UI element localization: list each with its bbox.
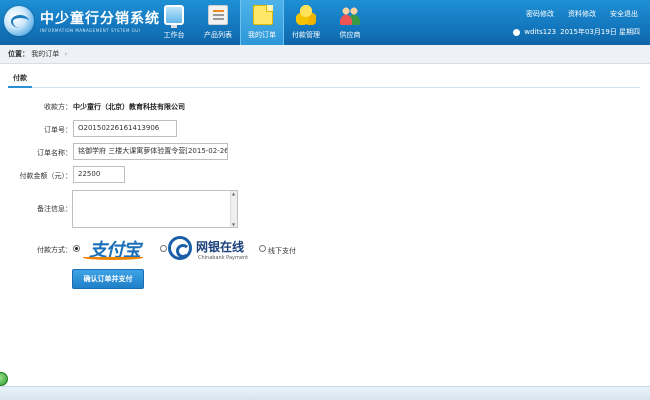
order-name-field[interactable]: 铭御学府 三楼大课寓萝体验置令营[2015-02-26] (73, 143, 228, 160)
main-nav: 工作台 产品列表 我的订单 付款管理 供应商 (152, 0, 372, 45)
nav-label: 付款管理 (292, 31, 320, 39)
edit-profile-link[interactable]: 资料修改 (568, 9, 596, 19)
nav-label: 我的订单 (248, 31, 276, 39)
tab-payment[interactable]: 付款 (8, 70, 32, 88)
chinabank-subtitle: Chinabank Payment (198, 255, 249, 261)
breadcrumb-current[interactable]: 我的订单 (31, 50, 59, 58)
nav-label: 产品列表 (204, 31, 232, 39)
nav-item-products[interactable]: 产品列表 (196, 0, 240, 45)
payee-label: 收款方： (44, 103, 72, 111)
remark-textarea[interactable] (72, 190, 238, 228)
chinabank-radio[interactable] (160, 245, 167, 252)
alipay-radio[interactable] (73, 245, 80, 252)
change-password-link[interactable]: 密码修改 (526, 9, 554, 19)
people-icon (340, 5, 360, 25)
amount-label: 付款金额（元）： (19, 172, 73, 180)
user-icon (513, 28, 521, 36)
logout-link[interactable]: 安全退出 (610, 9, 638, 19)
current-date: 2015年03月19日 星期四 (560, 28, 640, 36)
breadcrumb-separator: › (64, 50, 68, 58)
document-icon (253, 5, 273, 25)
order-no-label: 订单号： (44, 126, 72, 134)
logo-icon (4, 6, 34, 36)
list-icon (208, 5, 228, 25)
tab-bar: 付款 (8, 70, 640, 88)
order-name-label: 订单名称： (37, 149, 72, 157)
footer-bar (0, 386, 650, 400)
nav-label: 供应商 (339, 31, 361, 39)
app-subtitle: INFORMATION MANAGEMENT SYSTEM GUI (40, 28, 141, 33)
nav-label: 工作台 (163, 31, 185, 39)
monitor-icon (164, 5, 184, 28)
breadcrumb-location-label: 位置： (8, 50, 29, 58)
nav-item-suppliers[interactable]: 供应商 (328, 0, 372, 45)
textarea-scrollbar[interactable] (230, 191, 237, 227)
alipay-swoosh (83, 255, 143, 260)
app-logo: 中少童行分销系统 INFORMATION MANAGEMENT SYSTEM G… (4, 6, 159, 40)
username: wdits123 (524, 28, 557, 36)
coins-icon (296, 5, 316, 25)
chinabank-icon (168, 236, 192, 260)
order-no-field[interactable]: O201502261614139​06 (73, 120, 177, 137)
breadcrumb: 位置： 我的订单 › (0, 45, 650, 64)
nav-item-payments[interactable]: 付款管理 (284, 0, 328, 45)
remark-label: 备注信息： (37, 205, 72, 213)
amount-field[interactable]: 22500 (73, 166, 125, 183)
user-info: wdits123 2015年03月19日 星期四 (513, 27, 640, 37)
green-circle-icon[interactable] (0, 372, 8, 386)
top-header: 中少童行分销系统 INFORMATION MANAGEMENT SYSTEM G… (0, 0, 650, 45)
nav-item-workbench[interactable]: 工作台 (152, 0, 196, 45)
chinabank-title: 网银在线 (196, 240, 245, 254)
payee-value: 中少童行（北京）教育科技有限公司 (73, 103, 185, 111)
confirm-pay-button[interactable]: 确认订单并支付 (72, 269, 144, 289)
chinabank-logo[interactable]: 网银在线 Chinabank Payment (168, 236, 254, 264)
header-links: 密码修改 资料修改 安全退出 (526, 9, 638, 19)
payment-method-label: 付款方式： (37, 246, 72, 254)
alipay-logo[interactable]: 支付宝 (83, 236, 149, 261)
app-name: 中少童行分销系统 (40, 11, 160, 27)
offline-label: 线下支付 (268, 247, 296, 255)
offline-radio[interactable] (259, 245, 266, 252)
nav-item-my-orders[interactable]: 我的订单 (240, 0, 284, 45)
